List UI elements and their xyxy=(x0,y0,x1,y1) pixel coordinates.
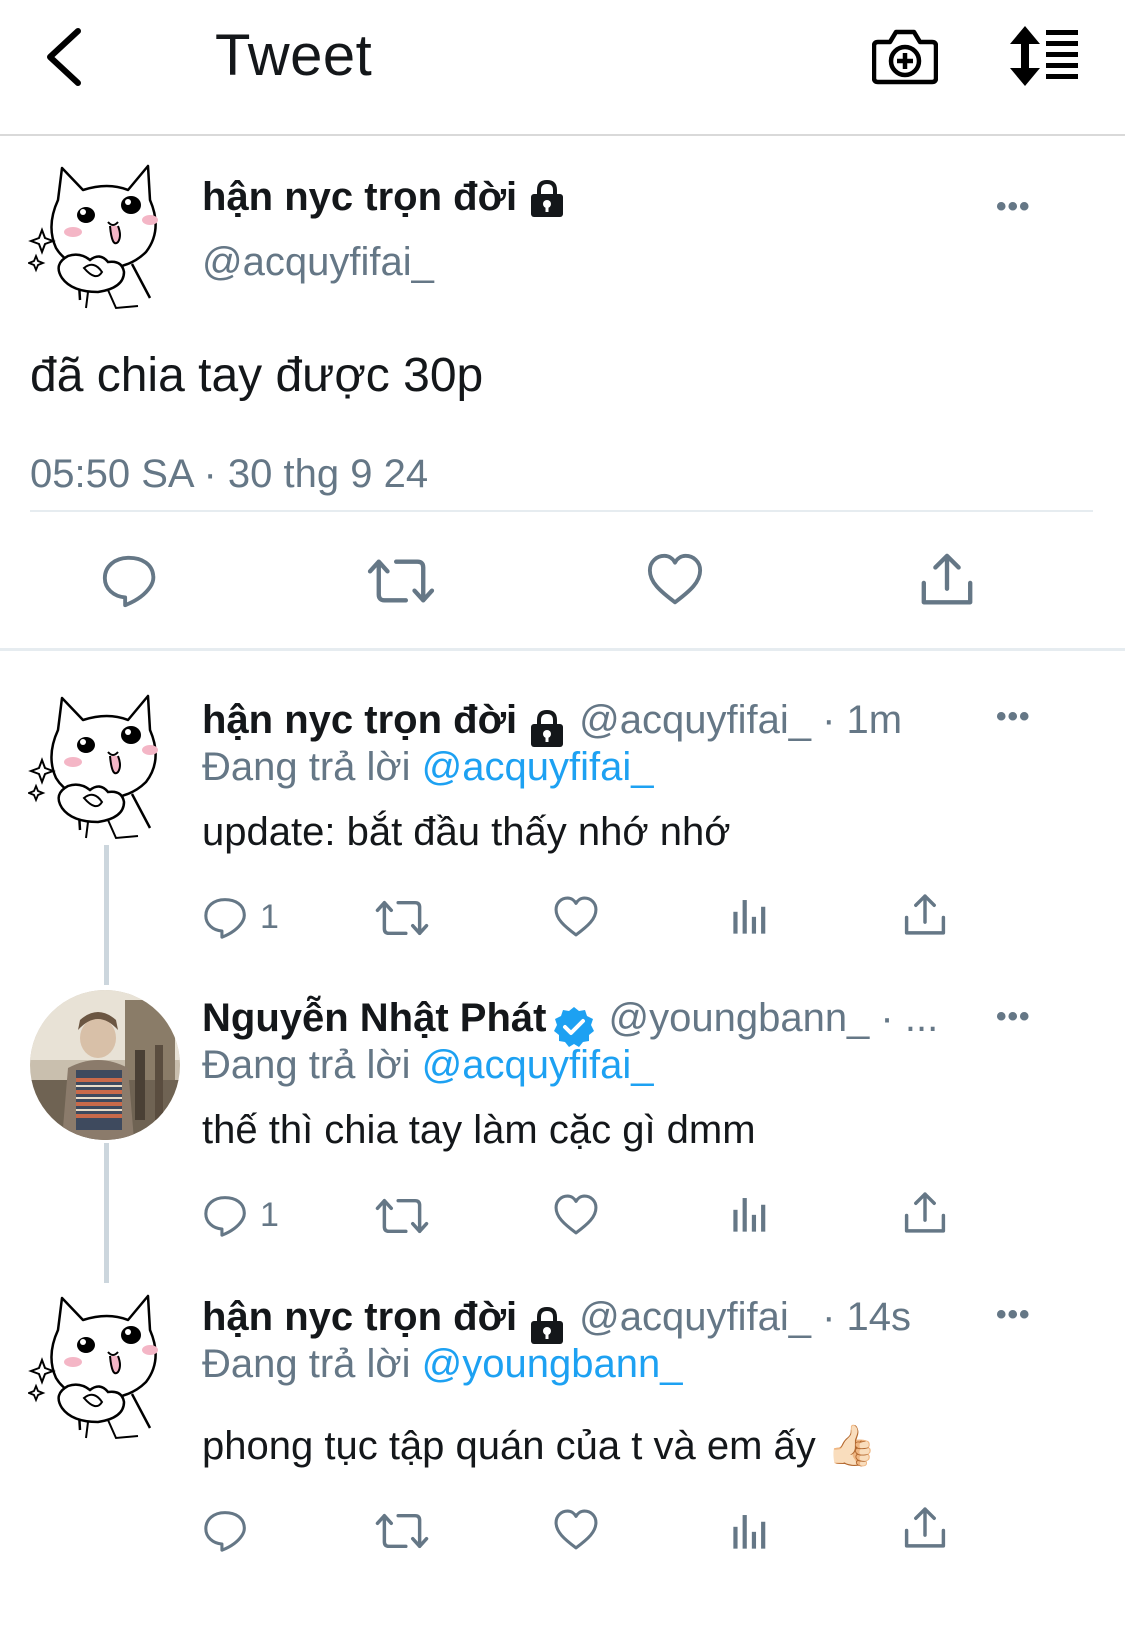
reply-text: thế thì chia tay làm cặc gì dmm xyxy=(202,1108,756,1152)
like-icon[interactable] xyxy=(553,1193,599,1239)
sort-icon[interactable] xyxy=(1010,24,1090,88)
reply-icon[interactable] xyxy=(202,1508,248,1554)
thread-line xyxy=(104,1143,109,1283)
replying-label: Đang trả lời xyxy=(202,745,411,789)
mention-link[interactable]: @youngbann_ xyxy=(422,1342,683,1386)
lock-icon xyxy=(527,179,567,219)
top-bar: Tweet xyxy=(0,0,1125,136)
mention-link[interactable]: @acquyfifai_ xyxy=(422,745,654,789)
analytics-icon[interactable] xyxy=(730,895,772,937)
author-name: hận nyc trọn đời xyxy=(202,175,518,219)
lock-icon xyxy=(527,1306,567,1346)
handle-time: @acquyfifai_ · 14s xyxy=(579,1295,911,1339)
replying-to: Đang trả lời @acquyfifai_ xyxy=(202,1043,654,1088)
share-icon[interactable] xyxy=(902,1506,948,1552)
handle-time: @acquyfifai_ · 1m xyxy=(579,698,903,742)
author-name[interactable]: Nguyễn Nhật Phát xyxy=(202,996,546,1040)
reply-header: Nguyễn Nhật Phát @youngbann_ · ... xyxy=(202,996,938,1049)
more-icon[interactable]: ••• xyxy=(996,1000,1031,1034)
retweet-icon[interactable] xyxy=(374,895,430,941)
reply-count: 1 xyxy=(260,898,279,936)
reply-text: phong tục tập quán của t và em ấy 👍🏻 xyxy=(202,1424,877,1468)
replying-to: Đang trả lời @youngbann_ xyxy=(202,1342,683,1387)
reply-icon[interactable] xyxy=(202,895,248,941)
like-icon[interactable] xyxy=(553,895,599,941)
avatar[interactable] xyxy=(30,990,180,1140)
author-name[interactable]: hận nyc trọn đời xyxy=(202,698,517,742)
more-icon[interactable]: ••• xyxy=(996,700,1031,734)
more-icon[interactable]: ••• xyxy=(996,190,1031,224)
author-name[interactable]: hận nyc trọn đời xyxy=(202,1295,517,1339)
divider xyxy=(30,510,1093,512)
author-handle[interactable]: @acquyfifai_ xyxy=(202,240,434,285)
share-icon[interactable] xyxy=(918,552,976,610)
reply-text: update: bắt đầu thấy nhớ nhớ xyxy=(202,810,731,854)
reply-header: hận nyc trọn đời @acquyfifai_ · 1m xyxy=(202,698,902,749)
share-icon[interactable] xyxy=(902,893,948,939)
thread-line xyxy=(104,845,109,985)
analytics-icon[interactable] xyxy=(730,1193,772,1235)
replying-label: Đang trả lời xyxy=(202,1342,411,1386)
back-arrow-icon[interactable] xyxy=(40,25,90,89)
tweet-timestamp: 05:50 SA · 30 thg 9 24 xyxy=(30,452,429,496)
mention-link[interactable]: @acquyfifai_ xyxy=(422,1043,654,1087)
like-icon[interactable] xyxy=(646,552,704,610)
replying-to: Đang trả lời @acquyfifai_ xyxy=(202,745,654,790)
reply-header: hận nyc trọn đời @acquyfifai_ · 14s xyxy=(202,1295,911,1346)
retweet-icon[interactable] xyxy=(374,1193,430,1239)
camera-plus-icon[interactable] xyxy=(871,24,939,88)
retweet-icon[interactable] xyxy=(366,552,436,610)
main-tweet-author[interactable]: hận nyc trọn đời xyxy=(202,175,567,220)
tweet-text: đã chia tay được 30p xyxy=(30,349,484,402)
reply-count: 1 xyxy=(260,1196,279,1234)
replying-label: Đang trả lời xyxy=(202,1043,411,1087)
retweet-icon[interactable] xyxy=(374,1508,430,1554)
handle-time: @youngbann_ · ... xyxy=(608,996,939,1040)
reply-icon[interactable] xyxy=(100,552,158,610)
share-icon[interactable] xyxy=(902,1191,948,1237)
like-icon[interactable] xyxy=(553,1508,599,1554)
avatar[interactable] xyxy=(28,690,168,840)
analytics-icon[interactable] xyxy=(730,1510,772,1552)
avatar[interactable] xyxy=(28,1290,168,1440)
lock-icon xyxy=(527,709,567,749)
reply-icon[interactable] xyxy=(202,1193,248,1239)
more-icon[interactable]: ••• xyxy=(996,1298,1031,1332)
section-divider xyxy=(0,648,1125,651)
page-title: Tweet xyxy=(215,23,373,88)
avatar[interactable] xyxy=(28,160,168,310)
